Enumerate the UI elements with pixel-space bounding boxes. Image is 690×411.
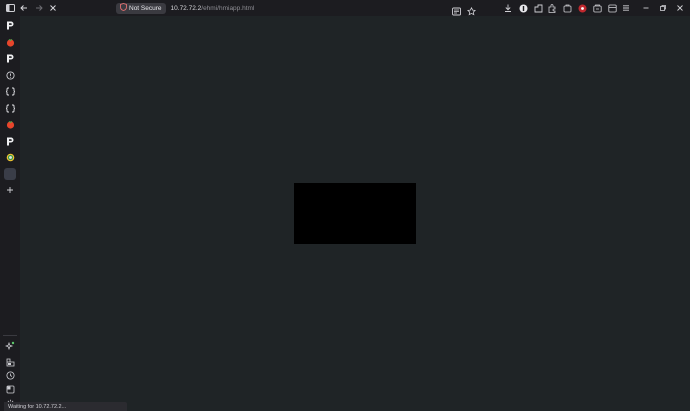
sidebar-divider: [3, 335, 17, 336]
pinned-tab-brackets[interactable]: [4, 102, 16, 114]
restore-icon[interactable]: [658, 3, 668, 13]
pinned-tab-tomato[interactable]: [4, 36, 16, 48]
active-tab[interactable]: [4, 168, 16, 180]
browser-toolbar: Not Secure 10.72.72.2/ehmi/hmiapp.html: [0, 0, 690, 16]
loading-placeholder-box: [294, 183, 416, 244]
pinned-tab-circle[interactable]: [4, 69, 16, 81]
menu-icon[interactable]: [621, 3, 631, 13]
address-bar[interactable]: Not Secure 10.72.72.2/ehmi/hmiapp.html: [116, 2, 482, 16]
minimize-icon[interactable]: [641, 3, 651, 13]
url-host: 10.72.72.2: [170, 4, 202, 12]
url-path: /ehmi/hmiapp.html: [201, 4, 255, 12]
download-icon[interactable]: [503, 3, 513, 13]
stop-icon[interactable]: [48, 3, 58, 13]
pinned-tab-p[interactable]: [4, 19, 16, 31]
vertical-tab-sidebar: [0, 16, 20, 411]
extension-red-icon[interactable]: [577, 3, 587, 13]
panel-icon[interactable]: [4, 383, 16, 395]
split-view-icon[interactable]: [4, 356, 16, 368]
security-indicator[interactable]: Not Secure: [116, 2, 166, 14]
status-bubble: Waiting for 10.72.72.2...: [4, 402, 127, 411]
pinned-tab-p[interactable]: [4, 135, 16, 147]
wallet-icon[interactable]: [592, 3, 602, 13]
warning-shield-icon: [120, 3, 127, 13]
extensions-puzzle-icon[interactable]: [547, 3, 557, 13]
url-text[interactable]: 10.72.72.2/ehmi/hmiapp.html: [171, 5, 255, 12]
pinned-tab-chrome[interactable]: [4, 151, 16, 163]
sidebar-toggle-icon[interactable]: [5, 3, 15, 13]
security-label: Not Secure: [129, 4, 162, 12]
pinned-tab-tomato[interactable]: [4, 118, 16, 130]
pinned-tab-p[interactable]: [4, 52, 16, 64]
page-viewport[interactable]: [20, 16, 690, 411]
close-icon[interactable]: [675, 3, 685, 13]
tab-manager-icon[interactable]: [607, 3, 617, 13]
extension-icon[interactable]: [518, 3, 528, 13]
back-icon[interactable]: [19, 3, 29, 13]
new-tab-plus-icon[interactable]: [4, 184, 16, 196]
ai-sparkle-icon[interactable]: [4, 340, 16, 352]
extensions-puzzle-icon[interactable]: [562, 3, 572, 13]
extension-icon[interactable]: [533, 3, 543, 13]
forward-icon[interactable]: [34, 3, 44, 13]
history-icon[interactable]: [4, 369, 16, 381]
pinned-tab-brackets[interactable]: [4, 85, 16, 97]
